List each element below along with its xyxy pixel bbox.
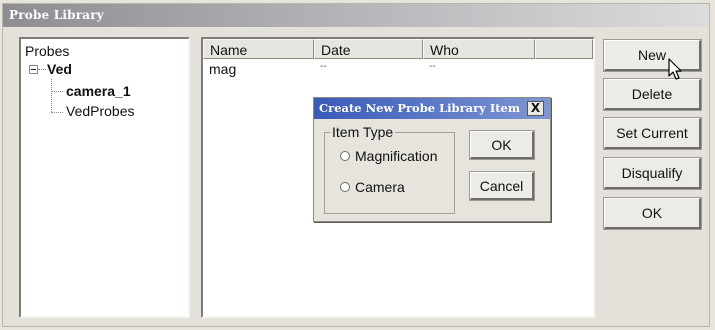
- cell-name: mag: [209, 61, 237, 77]
- column-header-who[interactable]: Who: [423, 39, 535, 59]
- tree-connector: [51, 79, 52, 112]
- tree-root-probes[interactable]: Probes: [25, 43, 69, 59]
- radio-label-camera: Camera: [355, 179, 405, 195]
- table-row[interactable]: mag -- --: [203, 61, 593, 79]
- item-type-label: Item Type: [330, 124, 396, 140]
- dialog-title-bar: Create New Probe Library Item X: [314, 98, 550, 119]
- radio-magnification[interactable]: Magnification: [340, 148, 438, 164]
- probe-tree[interactable]: Probes Ved camera_1 VedProbes: [19, 37, 190, 318]
- disqualify-button[interactable]: Disqualify: [603, 157, 702, 190]
- tree-connector: [51, 112, 63, 113]
- tree-node-ved[interactable]: Ved: [47, 61, 72, 77]
- arrow-pointer-icon: [668, 58, 682, 80]
- close-icon[interactable]: X: [527, 101, 544, 116]
- radio-button-icon[interactable]: [340, 182, 350, 192]
- column-header-name[interactable]: Name: [203, 39, 314, 59]
- radio-button-icon[interactable]: [340, 151, 350, 161]
- title-bar: Probe Library: [3, 4, 709, 27]
- cell-date: --: [320, 61, 327, 72]
- set-current-button[interactable]: Set Current: [603, 117, 702, 150]
- tree-item-camera-1[interactable]: camera_1: [66, 83, 131, 99]
- new-button[interactable]: New: [603, 39, 702, 72]
- tree-connector: [38, 69, 46, 70]
- column-header-extra[interactable]: [535, 39, 593, 59]
- dialog-ok-button[interactable]: OK: [469, 130, 535, 160]
- list-header: Name Date Who: [203, 39, 593, 59]
- create-item-dialog: Create New Probe Library Item X Item Typ…: [313, 97, 551, 222]
- tree-connector: [51, 91, 63, 92]
- radio-camera[interactable]: Camera: [340, 179, 405, 195]
- item-type-group: [324, 132, 455, 214]
- radio-label-magnification: Magnification: [355, 148, 438, 164]
- dialog-title: Create New Probe Library Item: [319, 101, 521, 115]
- ok-button[interactable]: OK: [603, 197, 702, 230]
- window-title: Probe Library: [9, 8, 104, 22]
- column-header-date[interactable]: Date: [314, 39, 423, 59]
- delete-button[interactable]: Delete: [603, 78, 702, 111]
- tree-item-vedprobes[interactable]: VedProbes: [66, 103, 135, 119]
- cell-who: --: [429, 61, 436, 72]
- tree-collapse-icon[interactable]: [29, 65, 38, 74]
- dialog-cancel-button[interactable]: Cancel: [469, 171, 535, 201]
